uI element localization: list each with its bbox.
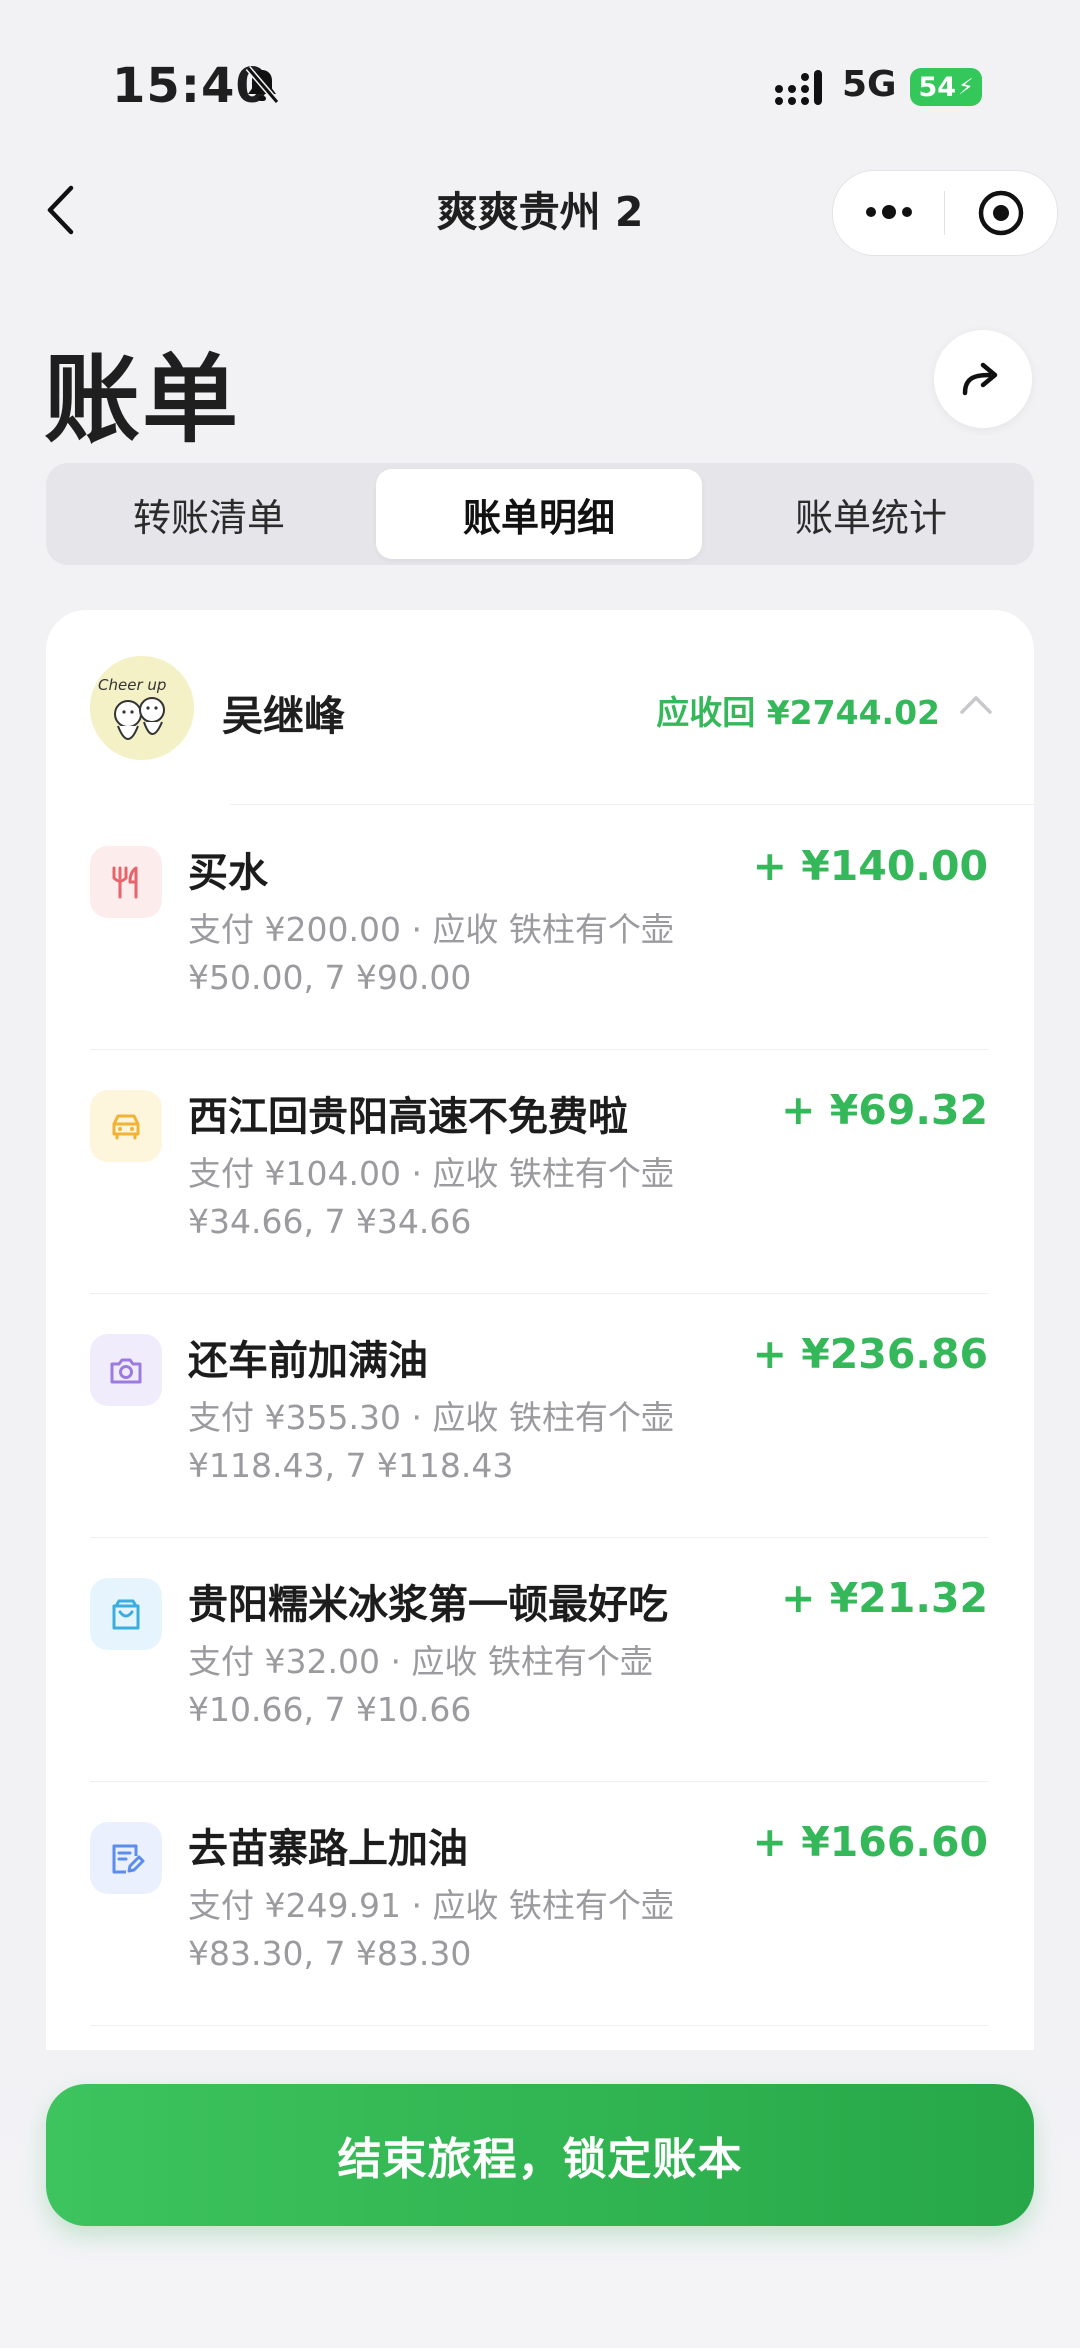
bill-card: Cheer up 吴继峰 应收回 ¥2744.02 买水 支付 ¥200.00 … — [46, 610, 1034, 2050]
item-amount: + ¥140.00 — [752, 842, 988, 890]
more-dots-icon — [865, 205, 912, 219]
charging-bolt-icon: ⚡ — [958, 74, 974, 100]
item-detail: 支付 ¥32.00 · 应收 铁柱有个壶 ¥10.66, 7 ¥10.66 — [188, 1638, 748, 1734]
item-title: 贵阳糯米冰浆第一顿最好吃 — [188, 1582, 668, 1628]
item-detail-line1: 支付 ¥32.00 · 应收 铁柱有个壶 — [188, 1642, 653, 1681]
bill-tabs: 转账清单 账单明细 账单统计 — [46, 463, 1034, 565]
person-header[interactable]: Cheer up 吴继峰 应收回 ¥2744.02 — [46, 610, 1034, 806]
list-item[interactable]: 贵阳糯米冰浆第一顿最好吃 支付 ¥32.00 · 应收 铁柱有个壶 ¥10.66… — [46, 1538, 1034, 1782]
share-arrow-icon — [962, 362, 998, 396]
item-title: 买水 — [188, 850, 268, 896]
item-title: 西江回贵阳高速不免费啦 — [188, 1094, 628, 1140]
avatar-lettering: Cheer up — [98, 676, 166, 694]
tab-bill-stats[interactable]: 账单统计 — [708, 469, 1034, 559]
item-detail-line1: 支付 ¥104.00 · 应收 铁柱有个壶 — [188, 1154, 674, 1193]
item-detail-line1: 支付 ¥200.00 · 应收 铁柱有个壶 — [188, 910, 674, 949]
close-program-button[interactable] — [945, 171, 1056, 255]
list-item[interactable]: 去苗寨路上加油 支付 ¥249.91 · 应收 铁柱有个壶 ¥83.30, 7 … — [46, 1782, 1034, 2026]
battery-level: 54 — [918, 71, 957, 103]
list-item[interactable]: 西江回贵阳高速不免费啦 支付 ¥104.00 · 应收 铁柱有个壶 ¥34.66… — [46, 1050, 1034, 1294]
item-detail-line2: ¥118.43, 7 ¥118.43 — [188, 1446, 514, 1485]
battery-indicator: 54 ⚡ — [910, 68, 982, 106]
bell-muted-icon — [245, 66, 280, 104]
tab-transfer-list[interactable]: 转账清单 — [46, 469, 372, 559]
item-title: 还车前加满油 — [188, 1338, 428, 1384]
fork-knife-icon — [90, 846, 162, 918]
signal-icon — [775, 70, 822, 105]
divider — [90, 2025, 988, 2026]
item-amount: + ¥236.86 — [752, 1330, 988, 1378]
page-title: 账单 — [44, 344, 240, 456]
item-detail: 支付 ¥200.00 · 应收 铁柱有个壶 ¥50.00, 7 ¥90.00 — [188, 906, 748, 1002]
item-amount: + ¥166.60 — [752, 1818, 988, 1866]
receivable-amount: 应收回 ¥2744.02 — [656, 693, 940, 732]
item-detail-line2: ¥34.66, 7 ¥34.66 — [188, 1202, 472, 1241]
item-detail-line2: ¥10.66, 7 ¥10.66 — [188, 1690, 472, 1729]
item-detail: 支付 ¥104.00 · 应收 铁柱有个壶 ¥34.66, 7 ¥34.66 — [188, 1150, 748, 1246]
end-trip-lock-button[interactable]: 结束旅程，锁定账本 — [46, 2084, 1034, 2226]
item-detail-line2: ¥50.00, 7 ¥90.00 — [188, 958, 472, 997]
more-button[interactable] — [833, 171, 944, 255]
list-item[interactable]: 还车前加满油 支付 ¥355.30 · 应收 铁柱有个壶 ¥118.43, 7 … — [46, 1294, 1034, 1538]
item-detail: 支付 ¥355.30 · 应收 铁柱有个壶 ¥118.43, 7 ¥118.43 — [188, 1394, 748, 1490]
item-detail-line1: 支付 ¥249.91 · 应收 铁柱有个壶 — [188, 1886, 674, 1925]
camera-icon — [90, 1334, 162, 1406]
chevron-up-icon[interactable] — [956, 684, 996, 724]
item-detail-line1: 支付 ¥355.30 · 应收 铁柱有个壶 — [188, 1398, 674, 1437]
target-circle-icon — [978, 190, 1023, 236]
status-bar: 15:40 5G 54 ⚡ — [0, 0, 1080, 170]
share-button[interactable] — [934, 330, 1032, 428]
avatar-illustration: Cheer up — [90, 656, 194, 760]
list-item[interactable]: 买水 支付 ¥200.00 · 应收 铁柱有个壶 ¥50.00, 7 ¥90.0… — [46, 806, 1034, 1050]
person-name: 吴继峰 — [222, 692, 345, 740]
network-type: 5G — [842, 64, 897, 105]
item-amount: + ¥69.32 — [781, 1086, 988, 1134]
edit-note-icon — [90, 1822, 162, 1894]
item-title: 去苗寨路上加油 — [188, 1826, 468, 1872]
mini-program-capsule — [832, 170, 1058, 256]
shopping-bag-icon — [90, 1578, 162, 1650]
item-detail: 支付 ¥249.91 · 应收 铁柱有个壶 ¥83.30, 7 ¥83.30 — [188, 1882, 748, 1978]
item-detail-line2: ¥83.30, 7 ¥83.30 — [188, 1934, 472, 1973]
avatar: Cheer up — [90, 656, 194, 760]
item-amount: + ¥21.32 — [781, 1574, 988, 1622]
tab-bill-details[interactable]: 账单明细 — [376, 469, 702, 559]
divider — [230, 804, 1034, 805]
car-icon — [90, 1090, 162, 1162]
